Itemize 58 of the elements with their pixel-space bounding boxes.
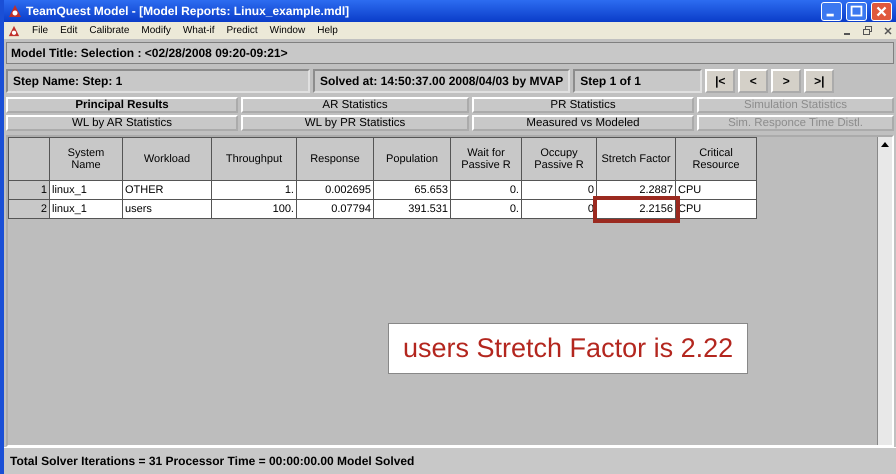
app-icon bbox=[8, 24, 20, 36]
menu-item[interactable]: Window bbox=[270, 25, 306, 36]
tab[interactable]: Principal Results bbox=[6, 97, 238, 113]
tab[interactable]: AR Statistics bbox=[241, 97, 469, 113]
table-cell: linux_1 bbox=[50, 180, 122, 200]
nav-button[interactable]: < bbox=[738, 69, 768, 93]
window-title: TeamQuest Model - [Model Reports: Linux_example.mdl] bbox=[26, 4, 350, 18]
column-header: Population bbox=[374, 138, 450, 180]
menu-item[interactable]: Calibrate bbox=[89, 25, 130, 36]
callout: users Stretch Factor is 2.22 bbox=[388, 323, 748, 374]
table-cell: 0.07794 bbox=[296, 200, 374, 218]
tab[interactable]: WL by AR Statistics bbox=[6, 115, 238, 131]
table-cell: users bbox=[122, 200, 212, 218]
menu-item[interactable]: Predict bbox=[226, 25, 258, 36]
close-icon[interactable] bbox=[884, 26, 892, 34]
column-header: Throughput bbox=[212, 138, 296, 180]
solved-at: Solved at: 14:50:37.00 2008/04/03 by MVAP bbox=[313, 69, 570, 93]
row-number: 1 bbox=[8, 180, 50, 200]
menu-item[interactable]: Edit bbox=[60, 25, 78, 36]
table-cell: linux_1 bbox=[50, 200, 122, 218]
table-cell: 65.653 bbox=[374, 180, 450, 200]
column-header: Wait for Passive R bbox=[450, 138, 522, 180]
menu-item[interactable]: Modify bbox=[141, 25, 171, 36]
menu-item[interactable]: File bbox=[32, 25, 48, 36]
row-number: 2 bbox=[8, 200, 50, 218]
minimize-icon[interactable] bbox=[821, 2, 842, 20]
menu-item[interactable]: Help bbox=[317, 25, 338, 36]
app-icon bbox=[8, 4, 22, 18]
column-header: Stretch Factor bbox=[596, 138, 676, 180]
step-position: Step 1 of 1 bbox=[573, 69, 702, 93]
table-cell: CPU bbox=[676, 180, 756, 200]
table-cell: 0. bbox=[450, 180, 522, 200]
status-bar: Total Solver Iterations = 31 Processor Time = 00:00:00.00 Model Solved bbox=[4, 447, 896, 474]
table-cell: 0.002695 bbox=[296, 180, 374, 200]
scroll-up-icon[interactable] bbox=[881, 141, 889, 147]
table-cell: 0. bbox=[450, 200, 522, 218]
scrollbar[interactable] bbox=[877, 137, 892, 445]
menu-item[interactable]: What-if bbox=[182, 25, 215, 36]
nav-button[interactable]: >| bbox=[804, 69, 834, 93]
column-header: Critical Resource bbox=[676, 138, 756, 180]
column-header: Response bbox=[296, 138, 374, 180]
column-header: Workload bbox=[122, 138, 212, 180]
table-cell: 1. bbox=[212, 180, 296, 200]
nav-button[interactable]: |< bbox=[705, 69, 736, 93]
table-cell: 0 bbox=[522, 180, 596, 200]
column-header: System Name bbox=[50, 138, 122, 180]
tab[interactable]: WL by PR Statistics bbox=[241, 115, 469, 131]
table-cell: OTHER bbox=[122, 180, 212, 200]
maximize-icon[interactable] bbox=[846, 2, 867, 20]
model-title: Model Title: Selection : <02/28/2008 09:20-09:21> bbox=[6, 42, 894, 64]
step-name: Step Name: Step: 1 bbox=[6, 69, 310, 93]
table-cell: 100. bbox=[212, 200, 296, 218]
tab[interactable]: Measured vs Modeled bbox=[472, 115, 694, 131]
restore-icon[interactable] bbox=[863, 26, 872, 35]
column-header: Occupy Passive R bbox=[522, 138, 596, 180]
table-cell: 391.531 bbox=[374, 200, 450, 218]
nav-button[interactable]: > bbox=[771, 69, 802, 93]
tab[interactable]: PR Statistics bbox=[472, 97, 694, 113]
